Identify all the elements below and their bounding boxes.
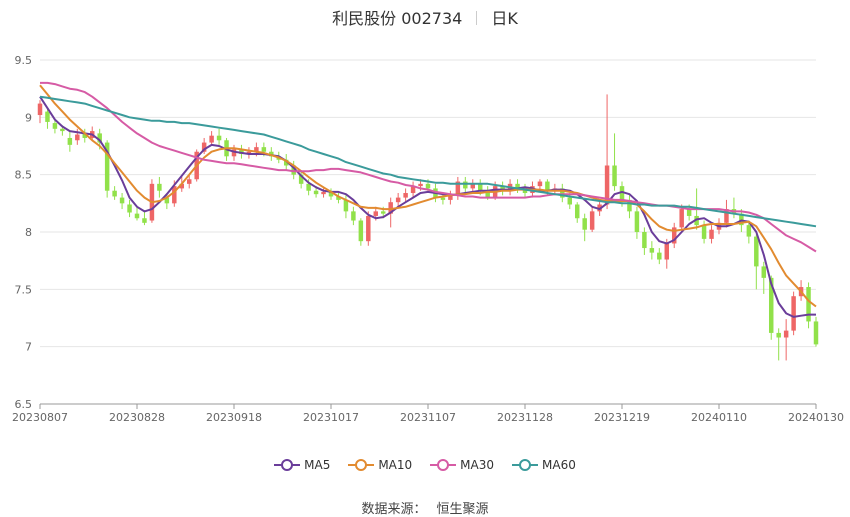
x-tick-label: 20231017 (303, 411, 359, 424)
candle-body (321, 191, 326, 195)
candle-body (463, 181, 468, 189)
candle-body (642, 232, 647, 249)
candle-body (373, 211, 379, 216)
y-tick-label: 8.5 (15, 169, 33, 182)
legend-marker-ma60 (512, 459, 539, 471)
candle-body (657, 252, 662, 260)
line-ma10 (39, 84, 817, 308)
legend: MA5 MA10 MA30 MA60 (0, 458, 850, 472)
legend-label-ma5: MA5 (304, 458, 331, 472)
candle-body (649, 248, 655, 253)
candle-body (612, 165, 617, 187)
candle-body (574, 204, 580, 219)
legend-item-ma10[interactable]: MA10 (348, 458, 412, 472)
candle-body (157, 183, 162, 191)
candle-body (806, 287, 811, 322)
data-source: 数据来源： 恒生聚源 (0, 498, 850, 517)
candle-body (37, 103, 43, 116)
candle-body (52, 123, 58, 129)
candle-body (813, 321, 819, 345)
y-tick-label: 7.5 (15, 283, 33, 296)
candle-body (366, 215, 371, 242)
candle-body (127, 204, 132, 213)
candle-body (754, 236, 759, 267)
x-tick-label: 20231107 (400, 411, 456, 424)
candle-body (351, 211, 356, 221)
candle-body (761, 266, 767, 278)
candle-body (746, 225, 752, 237)
candle-body (172, 186, 177, 204)
x-tick-label: 20240130 (788, 411, 844, 424)
legend-marker-ma5 (274, 459, 301, 471)
candle-body (440, 197, 446, 200)
candle-body (380, 211, 386, 214)
candle-body (261, 147, 267, 152)
candle-body (791, 296, 796, 331)
legend-item-ma60[interactable]: MA60 (512, 458, 576, 472)
candle-body (709, 229, 714, 239)
chart-container: 利民股份 002734 日K 6.5 7 7.5 8 8.5 9 9.5 20230807 202… (0, 0, 850, 517)
candle-body (403, 193, 408, 198)
candle-body (425, 183, 431, 189)
candle-body (634, 211, 640, 232)
candle-body (134, 213, 140, 219)
candle-body (567, 197, 573, 205)
candle-body (776, 332, 781, 338)
x-tick-label: 20230918 (206, 411, 262, 424)
candle-body (545, 181, 550, 191)
legend-label-ma60: MA60 (542, 458, 576, 472)
candle-body (589, 211, 595, 230)
candle-body (119, 197, 125, 204)
candle-body (67, 137, 73, 145)
line-ma60 (39, 95, 817, 228)
candle-body (701, 225, 707, 239)
candle-body (664, 243, 670, 260)
line-ma5 (39, 96, 816, 318)
y-tick-label: 6.5 (15, 398, 33, 411)
candle-body (60, 128, 65, 132)
x-tick-label: 20231128 (497, 411, 553, 424)
candle-body (142, 218, 147, 223)
candle-body (209, 135, 214, 143)
candle-body (45, 111, 50, 122)
candle-body (679, 209, 684, 228)
candlestick-chart: 6.5 7 7.5 8 8.5 9 9.5 20230807 20230828 20230918 2… (12, 54, 844, 424)
legend-label-ma10: MA10 (378, 458, 413, 472)
source-label: 数据来源： (361, 502, 427, 517)
candle-body (313, 190, 319, 195)
candle-body (395, 197, 401, 203)
candle-body (75, 134, 80, 141)
candle-body (112, 190, 117, 197)
candle-body (418, 183, 423, 187)
y-tick-label: 9.5 (15, 54, 33, 67)
legend-item-ma5[interactable]: MA5 (274, 458, 330, 472)
candle-body (582, 218, 587, 230)
candle-body (306, 183, 311, 191)
candle-body (358, 220, 364, 242)
candle-body (537, 181, 543, 187)
y-tick-label: 9 (25, 111, 32, 124)
x-tick-label: 20230807 (12, 411, 68, 424)
x-tick-label: 20240110 (691, 411, 747, 424)
legend-marker-ma10 (348, 459, 375, 471)
legend-item-ma30[interactable]: MA30 (430, 458, 494, 472)
candle-body (216, 135, 222, 141)
legend-marker-ma30 (430, 459, 457, 471)
legend-label-ma30: MA30 (460, 458, 495, 472)
candle-body (477, 183, 483, 191)
candle-body (186, 179, 192, 184)
y-tick-label: 7 (25, 341, 32, 354)
x-tick-label: 20230828 (109, 411, 165, 424)
y-tick-label: 8 (25, 226, 32, 239)
candle-body (783, 330, 789, 338)
x-tick-label: 20231219 (594, 411, 650, 424)
source-value: 恒生聚源 (436, 502, 489, 517)
